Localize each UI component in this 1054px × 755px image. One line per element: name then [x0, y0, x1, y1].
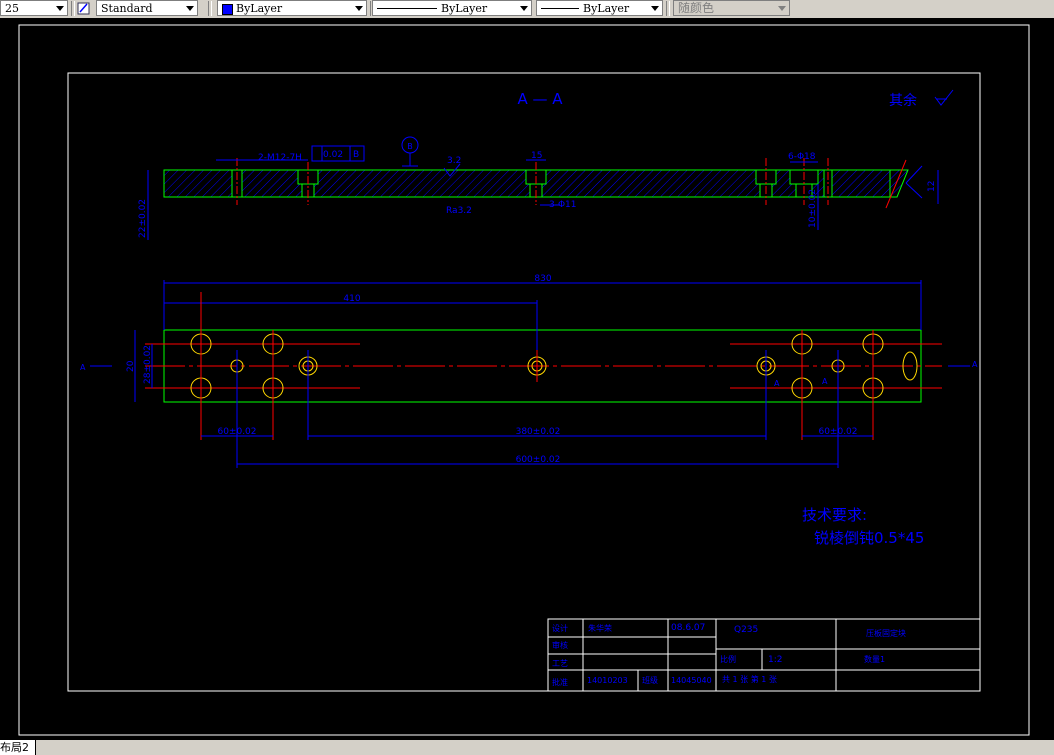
color-swatch-icon: [222, 4, 233, 15]
tb-qty-value: 1: [880, 655, 885, 664]
plot-style-value: 随颜色: [678, 1, 715, 15]
lineweight-value: ByLayer: [583, 2, 630, 15]
dim-v-28: 28±0.02: [143, 345, 153, 384]
tb-student-id: 14010203: [587, 676, 628, 685]
tb-review-label: 审核: [552, 640, 568, 650]
dim-hole-callout: 2-M12-7H: [258, 153, 302, 163]
text-style-value: Standard: [101, 2, 153, 15]
tb-class-value: 14045040: [671, 676, 712, 685]
dim-tolerance: 0.02: [323, 150, 343, 160]
title-block: 设计 朱华荣 08.6.07 Q235 压板固定块 审核 工艺 比例 1:2 数…: [547, 618, 981, 692]
linetype-preview: [377, 8, 437, 9]
tb-approve-label: 批准: [552, 677, 568, 687]
dim-3-11: 3-Φ11: [549, 200, 577, 210]
toolbar-separator: [208, 1, 212, 16]
chevron-down-icon[interactable]: [355, 6, 363, 11]
text-style-icon[interactable]: [76, 0, 92, 16]
toolbar-separator: [666, 1, 670, 16]
lineweight-preview: [541, 8, 579, 9]
dim-v-20: 20: [126, 360, 136, 372]
tb-qty-label: 数量: [864, 654, 880, 664]
dim-60-right: 60±0.02: [818, 427, 857, 437]
lineweight-combo[interactable]: ByLayer: [536, 0, 663, 16]
dim-line: [905, 182, 923, 199]
drawing-canvas[interactable]: A — A 其余 2-M12-7H 0.02 B B 3.2 Ra3.2 15 …: [0, 18, 1054, 740]
color-combo-value: ByLayer: [236, 2, 283, 15]
text-style-combo[interactable]: Standard: [96, 0, 198, 16]
chevron-down-icon[interactable]: [186, 6, 194, 11]
tolerance-datum: B: [353, 150, 359, 160]
tb-designer-name: 朱华荣: [588, 623, 612, 633]
tb-scale-label: 比例: [720, 654, 736, 664]
linetype-value: ByLayer: [441, 2, 488, 15]
roughness-symbol-icon: [934, 89, 954, 106]
tb-sheet-info: 共 1 张 第 1 张: [722, 674, 777, 684]
section-marker-right: A: [972, 360, 978, 369]
chevron-down-icon[interactable]: [651, 6, 659, 11]
roughness-note: 其余: [889, 92, 917, 109]
section-marker-mid: A: [774, 379, 780, 388]
drawing-svg: A — A 其余 2-M12-7H 0.02 B B 3.2 Ra3.2 15 …: [18, 24, 1030, 736]
plan-view: 830 410 60±0.02 380±0.02 60±0.02 600±0.0…: [80, 274, 978, 468]
properties-toolbar: 25 Standard ByLayer ByLayer ByLayer 随颜色: [0, 0, 1054, 19]
dim-10: 10±0.02: [808, 189, 818, 228]
dim-ru2: Ra3.2: [446, 206, 472, 216]
tb-scale-value: 1:2: [768, 655, 782, 665]
dim-600: 600±0.02: [516, 455, 561, 465]
layout-tab-label: 布局2: [0, 741, 29, 754]
dim-380: 380±0.02: [516, 427, 561, 437]
dim-410: 410: [343, 294, 360, 304]
chevron-down-icon[interactable]: [56, 6, 64, 11]
section-marker-mid2: A: [822, 377, 828, 386]
linetype-combo[interactable]: ByLayer: [372, 0, 532, 16]
tb-class-label: 班级: [642, 675, 658, 685]
color-combo[interactable]: ByLayer: [217, 0, 367, 16]
plot-style-combo[interactable]: 随颜色: [673, 0, 790, 16]
layout-tab-bar: 布局2: [0, 740, 1054, 755]
section-view: 2-M12-7H 0.02 B B 3.2 Ra3.2 15 3-Φ11 6-Φ…: [138, 136, 939, 240]
tech-req-title: 技术要求:: [802, 506, 867, 524]
section-title: A — A: [517, 90, 563, 108]
tb-process-label: 工艺: [552, 659, 568, 668]
dim-830: 830: [534, 274, 551, 284]
chevron-down-icon[interactable]: [520, 6, 528, 11]
toolbar-separator: [71, 1, 75, 16]
drawing-frame: [67, 72, 981, 692]
layout-tab[interactable]: 布局2: [0, 740, 36, 755]
dim-22: 22±0.02: [138, 199, 148, 238]
tb-part-name: 压板固定块: [866, 628, 906, 638]
dim-6-18: 6-Φ18: [788, 152, 816, 162]
dim-line: [905, 165, 923, 184]
tb-date: 08.6.07: [671, 623, 705, 633]
section-marker-left: A: [80, 363, 86, 372]
datum-b-label: B: [407, 142, 413, 151]
tb-designer-label: 设计: [552, 623, 568, 633]
scale-combo[interactable]: 25: [0, 0, 68, 16]
scale-combo-value: 25: [5, 2, 19, 15]
dim-12: 12: [927, 181, 937, 192]
tb-material: Q235: [734, 625, 758, 635]
chevron-down-icon[interactable]: [778, 6, 786, 11]
dim-60-left: 60±0.02: [217, 427, 256, 437]
tech-req-item: 锐棱倒钝0.5*45: [814, 529, 924, 547]
